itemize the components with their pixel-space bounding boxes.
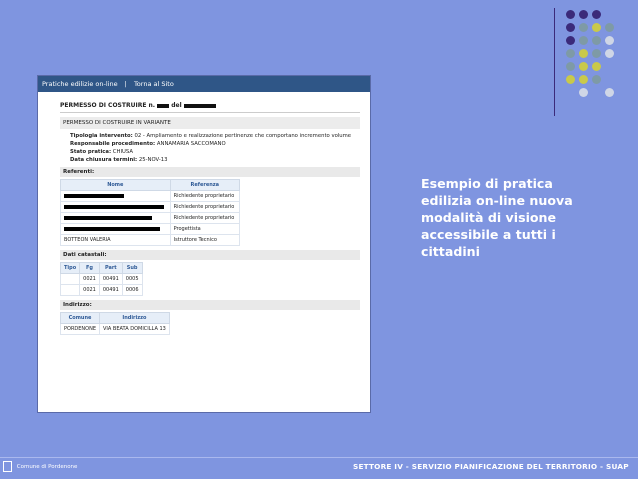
col-fg: Fg bbox=[79, 262, 100, 274]
nav-separator: | bbox=[124, 80, 127, 88]
decor-dots bbox=[566, 10, 638, 110]
table-row: 0021 00491 0006 bbox=[59, 284, 143, 296]
referenti-table: Nome Referenza Richiedente proprietario … bbox=[60, 179, 241, 246]
slide-caption: Esempio di pratica edilizia on-line nuov… bbox=[421, 176, 573, 259]
redacted-number bbox=[157, 103, 170, 108]
catastali-heading: Dati catastali: bbox=[60, 250, 360, 260]
footer-left-text: Comune di Pordenone bbox=[16, 464, 78, 470]
referenti-heading: Referenti: bbox=[60, 167, 360, 177]
indirizzo-heading: Indirizzo: bbox=[60, 300, 360, 310]
permit-title-mid: del bbox=[171, 102, 182, 109]
indirizzo-table: Comune Indirizzo PORDENONE VIA BEATA DOMI… bbox=[59, 312, 170, 335]
top-nav-bar: Pratiche edilizie on-line | Torna al Sit… bbox=[38, 76, 370, 92]
footer-divider bbox=[0, 457, 638, 458]
permit-title-prefix: PERMESSO DI COSTRUIRE n. bbox=[60, 102, 156, 109]
redacted-name bbox=[64, 226, 160, 231]
col-tipo: Tipo bbox=[59, 262, 81, 274]
catastali-table: Tipo Fg Part Sub 0021 00491 0005 0021 00491… bbox=[59, 262, 143, 296]
field-stato: Stato pratica: CHIUSA bbox=[70, 149, 360, 155]
col-referenza: Referenza bbox=[169, 179, 241, 191]
col-nome: Nome bbox=[60, 179, 171, 191]
nav-link-pratiche[interactable]: Pratiche edilizie on-line bbox=[42, 80, 118, 88]
field-data-chiusura: Data chiusura termini: 25-NOV-13 bbox=[70, 157, 360, 163]
footer-logo: Comune di Pordenone bbox=[3, 461, 77, 472]
table-row: 0021 00491 0005 bbox=[59, 273, 143, 285]
table-row: PORDENONE VIA BEATA DOMICILLA 13 bbox=[59, 323, 170, 335]
redacted-name bbox=[64, 215, 152, 220]
permit-title: PERMESSO DI COSTRUIRE n. del bbox=[60, 98, 360, 113]
field-tipologia: Tipologia intervento: 02 - Ampliamento e… bbox=[70, 133, 360, 139]
nav-link-torna[interactable]: Torna al Sito bbox=[134, 80, 174, 88]
col-part: Part bbox=[98, 262, 123, 274]
redacted-name bbox=[64, 193, 124, 198]
decor-line bbox=[554, 8, 555, 116]
redacted-name bbox=[64, 204, 164, 209]
redacted-date bbox=[183, 103, 216, 108]
field-responsabile: Responsabile procedimento: ANNAMARIA SAC… bbox=[70, 141, 360, 147]
crest-icon bbox=[3, 461, 12, 472]
col-indirizzo: Indirizzo bbox=[99, 312, 170, 324]
footer: Comune di Pordenone SETTORE IV - SERVIZI… bbox=[0, 457, 638, 479]
table-row: Richiedente proprietario bbox=[60, 190, 241, 202]
permit-subtitle: PERMESSO DI COSTRUIRE IN VARIANTE bbox=[60, 117, 360, 129]
col-comune: Comune bbox=[59, 312, 101, 324]
table-row: BOTTEON VALERIA Istruttore Tecnico bbox=[60, 234, 241, 246]
table-row: Richiedente proprietario bbox=[60, 201, 241, 213]
footer-right-text: SETTORE IV - SERVIZIO PIANIFICAZIONE DEL… bbox=[353, 462, 629, 471]
embedded-screenshot: Pratiche edilizie on-line | Torna al Sit… bbox=[37, 75, 371, 413]
table-row: Richiedente proprietario bbox=[60, 212, 241, 224]
col-sub: Sub bbox=[121, 262, 143, 274]
table-row: Progettista bbox=[60, 223, 241, 235]
permit-fields: Tipologia intervento: 02 - Ampliamento e… bbox=[60, 133, 360, 163]
